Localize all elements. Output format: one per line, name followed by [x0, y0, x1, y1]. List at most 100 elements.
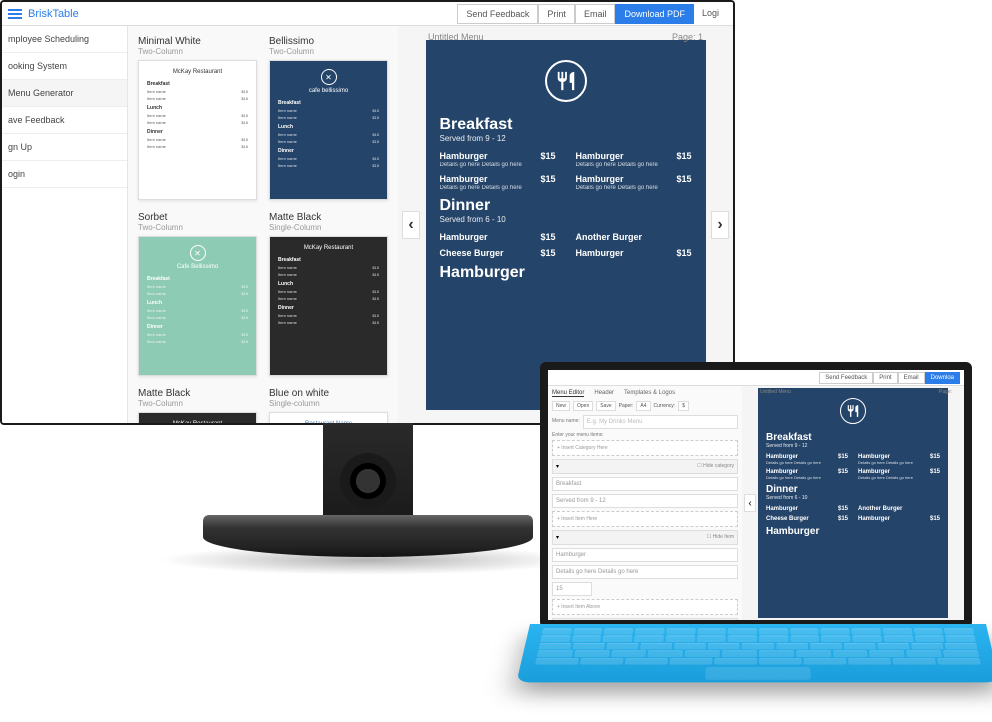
template-card[interactable]: Matte Black Two-Column McKay Restaurant: [138, 388, 257, 423]
insert-item-button[interactable]: + Insert Item Here: [552, 511, 738, 527]
new-button[interactable]: New: [552, 401, 570, 411]
menu-row: Hamburger$15 Details go here Details go …: [440, 174, 692, 191]
topbar-actions: Send Feedback Print Email Download PDF L…: [457, 4, 727, 24]
sidebar-item-menu-generator[interactable]: Menu Generator: [2, 80, 127, 107]
open-button[interactable]: Open: [573, 401, 593, 411]
lap-print-button[interactable]: Print: [873, 372, 897, 384]
template-card[interactable]: Sorbet Two-Column ✕Cafe BellissimoBreakf…: [138, 212, 257, 376]
menu-item: Cheese Burger$15: [440, 248, 556, 258]
menu-section-title: Dinner: [440, 197, 692, 215]
template-card[interactable]: Matte Black Single-Column McKay Restaura…: [269, 212, 388, 376]
email-button[interactable]: Email: [575, 4, 616, 24]
menu-name-label: Menu name:: [552, 418, 580, 424]
menu-item: Hamburger$15 Details go here Details go …: [440, 174, 556, 191]
hide-item-toggle[interactable]: ☐ Hide Item: [707, 534, 734, 541]
tab-header[interactable]: Header: [594, 390, 614, 397]
tab-menu-editor[interactable]: Menu Editor: [552, 390, 584, 397]
template-title: Blue on white: [269, 388, 388, 399]
item-desc-input[interactable]: Details go here Details go here: [552, 565, 738, 579]
hide-category-toggle[interactable]: ☐ Hide category: [697, 463, 734, 470]
laptop-screen: Send Feedback Print Email Downloa Menu E…: [540, 362, 972, 628]
sidebar-item-login[interactable]: ogin: [2, 161, 127, 188]
menu-name-input[interactable]: E.g. My Drinks Menu: [583, 415, 738, 429]
paper-select[interactable]: A4: [636, 401, 650, 411]
currency-label: Currency:: [654, 403, 676, 409]
menu-section-title: Hamburger: [766, 526, 940, 537]
item-name-input[interactable]: Hamburger: [552, 548, 738, 562]
insert-item-above-button[interactable]: + Insert Item Above: [552, 599, 738, 615]
laptop-preview-panel: Untitled Menu Page: ‹ Breakfast Served fr…: [742, 386, 964, 620]
preview-title: Untitled Menu: [428, 32, 484, 42]
template-gallery: Minimal White Two-Column McKay Restauran…: [128, 26, 398, 423]
next-arrow-icon[interactable]: ›: [711, 211, 729, 239]
lap-preview-header: Untitled Menu Page:: [760, 389, 952, 395]
menu-item: Another Burger: [576, 232, 692, 242]
menu-item: Hamburger$15 Details go here Details go …: [440, 151, 556, 168]
item-header-2: ▾ ☐ Hide Item: [552, 618, 738, 620]
sidebar: mployee Scheduling ooking System Menu Ge…: [2, 26, 128, 423]
menu-row: Hamburger$15 Details go here Details go …: [766, 454, 940, 465]
category-name-input[interactable]: Breakfast: [552, 477, 738, 491]
menu-section-title: Dinner: [766, 484, 940, 495]
category-sub-input[interactable]: Served from 9 - 12: [552, 494, 738, 508]
menu-row: Hamburger$15 Another Burger: [766, 506, 940, 512]
menu-section-title: Breakfast: [766, 432, 940, 443]
fork-spoon-icon: [545, 60, 587, 102]
laptop-keyboard: [516, 624, 992, 682]
template-sub: Two-Column: [138, 399, 257, 408]
lap-prev-arrow-icon[interactable]: ‹: [744, 494, 756, 512]
sidebar-item-booking[interactable]: ooking System: [2, 53, 127, 80]
lap-email-button[interactable]: Email: [898, 372, 925, 384]
template-thumbnail: Restaurant Name: [269, 412, 388, 423]
lap-download-button[interactable]: Downloa: [925, 372, 960, 384]
template-card[interactable]: Minimal White Two-Column McKay Restauran…: [138, 36, 257, 200]
template-sub: Single-column: [269, 399, 388, 408]
template-sub: Two-Column: [138, 223, 257, 232]
menu-section-sub: Served from 6 - 10: [440, 215, 692, 224]
send-feedback-button[interactable]: Send Feedback: [457, 4, 538, 24]
prev-arrow-icon[interactable]: ‹: [402, 211, 420, 239]
menu-item: Hamburger$15 Details go here Details go …: [766, 469, 848, 480]
template-title: Sorbet: [138, 212, 257, 223]
menu-preview: BreakfastServed from 9 - 12 Hamburger$15…: [426, 40, 706, 410]
template-card[interactable]: Blue on white Single-column Restaurant N…: [269, 388, 388, 423]
sidebar-item-signup[interactable]: gn Up: [2, 134, 127, 161]
menu-section-sub: Served from 9 - 12: [440, 134, 692, 143]
template-title: Minimal White: [138, 36, 257, 47]
lap-fork-spoon-icon: [840, 398, 866, 424]
menu-row: Hamburger$15 Details go here Details go …: [440, 151, 692, 168]
print-button[interactable]: Print: [538, 4, 575, 24]
menu-row: Cheese Burger$15 Hamburger$15: [766, 516, 940, 522]
template-thumbnail: McKay RestaurantBreakfastItem name$15Ite…: [269, 236, 388, 376]
insert-category-button[interactable]: + Insert Category Here: [552, 440, 738, 456]
lap-send-feedback-button[interactable]: Send Feedback: [819, 372, 873, 384]
tab-templates[interactable]: Templates & Logos: [624, 390, 675, 397]
save-button[interactable]: Save: [596, 401, 615, 411]
template-sub: Two-Column: [138, 47, 257, 56]
currency-select[interactable]: $: [678, 401, 689, 411]
enter-items-label: Enter your menu items:: [552, 432, 738, 438]
sidebar-item-feedback[interactable]: ave Feedback: [2, 107, 127, 134]
template-title: Bellissimo: [269, 36, 388, 47]
item-price-input[interactable]: 15: [552, 582, 592, 596]
editor-toolbar: New Open Save Paper: A4 Currency: $: [552, 401, 738, 411]
menu-item: Hamburger$15 Details go here Details go …: [576, 151, 692, 168]
hamburger-icon[interactable]: [8, 9, 22, 19]
menu-item: Hamburger$15 Details go here Details go …: [576, 174, 692, 191]
item-header: ▾ ☐ Hide Item: [552, 530, 738, 545]
menu-item: Hamburger$15 Details go here Details go …: [766, 454, 848, 465]
template-card[interactable]: Bellissimo Two-Column ✕cafe bellissimoBr…: [269, 36, 388, 200]
menu-row: Hamburger$15 Details go here Details go …: [766, 469, 940, 480]
paper-label: Paper:: [619, 403, 634, 409]
login-button[interactable]: Logi: [694, 4, 727, 24]
menu-section-sub: Served from 6 - 10: [766, 495, 940, 501]
preview-page: Page: 1: [672, 32, 703, 42]
download-pdf-button[interactable]: Download PDF: [615, 4, 694, 24]
trackpad: [705, 667, 811, 680]
brand-logo: BriskTable: [28, 8, 79, 20]
category-header: ▾ ☐ Hide category: [552, 459, 738, 474]
monitor-stand: [323, 423, 413, 523]
template-sub: Two-Column: [269, 47, 388, 56]
menu-item: Cheese Burger$15: [766, 516, 848, 522]
sidebar-item-scheduling[interactable]: mployee Scheduling: [2, 26, 127, 53]
